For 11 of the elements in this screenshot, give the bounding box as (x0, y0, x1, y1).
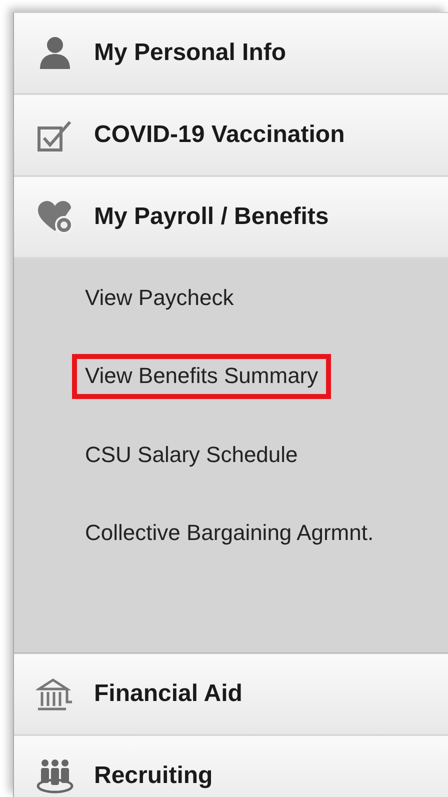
submenu-link[interactable]: View Paycheck (72, 276, 247, 320)
menu-header[interactable]: Financial Aid (14, 654, 448, 736)
submenu-link[interactable]: Collective Bargaining Agrmnt. (72, 511, 387, 556)
menu-header[interactable]: My Payroll / Benefits (14, 177, 448, 259)
menu-header[interactable]: Recruiting (14, 736, 448, 797)
menu-header[interactable]: COVID-19 Vaccination (14, 95, 448, 177)
menu-header[interactable]: My Personal Info (14, 13, 448, 95)
heart-gear-icon (36, 198, 74, 236)
submenu-link[interactable]: CSU Salary Schedule (72, 432, 311, 478)
people-icon (36, 756, 74, 795)
submenu-link[interactable]: View Benefits Summary (72, 354, 332, 399)
